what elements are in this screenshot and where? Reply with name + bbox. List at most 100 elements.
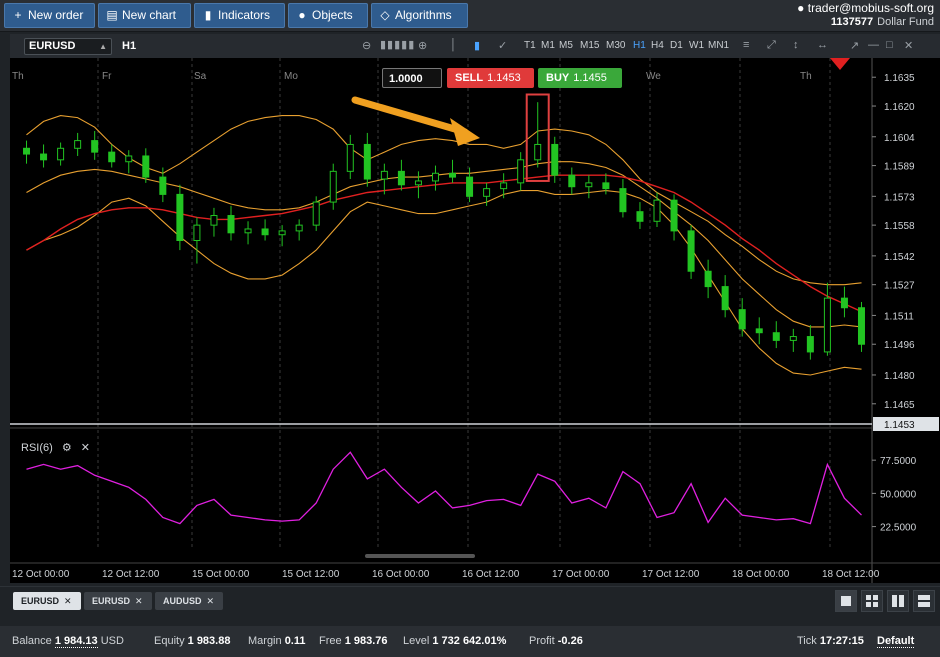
zoom-in-icon[interactable]: ⊕ bbox=[418, 39, 427, 52]
time-tick-label: 15 Oct 00:00 bbox=[192, 569, 250, 580]
candle-body bbox=[414, 180, 422, 186]
timeframe-mn1[interactable]: MN1 bbox=[708, 40, 729, 51]
zoom-slider[interactable]: ▮▮▮▮▮ bbox=[380, 38, 415, 51]
candle-body bbox=[363, 143, 371, 180]
tick-time: Tick 17:27:15 bbox=[797, 635, 864, 647]
user-email: trader@mobius-soft.org bbox=[807, 1, 934, 15]
timeframe-m30[interactable]: M30 bbox=[606, 40, 625, 51]
line-chart-icon[interactable]: ✓ bbox=[498, 39, 507, 52]
close-icon[interactable]: ✕ bbox=[135, 596, 143, 606]
price-tick-label: 1.1511 bbox=[884, 311, 914, 322]
sell-button[interactable]: SELL 1.1453 bbox=[447, 68, 534, 88]
candle-body bbox=[653, 199, 661, 222]
tab-audusd[interactable]: AUDUSD ✕ bbox=[155, 592, 223, 610]
day-label: Sa bbox=[194, 71, 207, 82]
chevron-updown-icon: ▲ bbox=[99, 42, 107, 51]
timeframe-d1[interactable]: D1 bbox=[670, 40, 683, 51]
vertical-scale-icon[interactable]: ↕ bbox=[793, 39, 799, 51]
candle-chart-icon[interactable]: ▮ bbox=[474, 39, 480, 52]
close-icon[interactable]: ✕ bbox=[81, 442, 90, 454]
price-tick-label: 1.1465 bbox=[884, 400, 915, 411]
equity: Equity 1 983.88 bbox=[154, 635, 231, 647]
crosshair-icon[interactable]: ⤢ bbox=[767, 39, 776, 52]
layout-columns-icon[interactable] bbox=[887, 590, 909, 612]
candle-body bbox=[704, 270, 712, 288]
price-chart[interactable]: ThFrSaMoTuWeTh1.16351.16201.16041.15891.… bbox=[10, 58, 940, 583]
zoom-out-icon[interactable]: ⊖ bbox=[362, 39, 371, 52]
symbol-select[interactable]: EURUSD ▲ bbox=[24, 38, 112, 55]
algorithms-button[interactable]: ◇ Algorithms bbox=[371, 3, 468, 28]
rsi-tick-label: 77.5000 bbox=[880, 456, 917, 467]
candle-body bbox=[806, 336, 814, 353]
balance: Balance 1 984.13 USD bbox=[12, 635, 124, 648]
objects-button[interactable]: ● Objects bbox=[288, 3, 368, 28]
day-label: Mo bbox=[284, 71, 298, 82]
close-icon[interactable]: ✕ bbox=[904, 39, 913, 52]
time-tick-label: 18 Oct 00:00 bbox=[732, 569, 790, 580]
tab-eurusd-1[interactable]: EURUSD ✕ bbox=[13, 592, 81, 610]
timeframe-w1[interactable]: W1 bbox=[689, 40, 704, 51]
timeframe-h1[interactable]: H1 bbox=[633, 40, 646, 51]
minimize-icon[interactable]: — bbox=[868, 39, 879, 51]
new-order-button[interactable]: + New order bbox=[4, 3, 95, 28]
time-tick-label: 17 Oct 12:00 bbox=[642, 569, 700, 580]
lot-size-input[interactable]: 1.0000 bbox=[382, 68, 442, 88]
candle-body bbox=[602, 182, 610, 190]
price-tick-label: 1.1589 bbox=[884, 162, 915, 173]
close-icon[interactable]: ✕ bbox=[207, 596, 215, 606]
candle-body bbox=[57, 147, 65, 161]
fund-name: Dollar Fund bbox=[877, 16, 934, 28]
rsi-tick-label: 50.0000 bbox=[880, 489, 917, 500]
free-margin: Free 1 983.76 bbox=[319, 635, 388, 647]
layout-rows-icon[interactable] bbox=[913, 590, 935, 612]
candle-body bbox=[738, 309, 746, 330]
buy-button[interactable]: BUY 1.1455 bbox=[538, 68, 622, 88]
indicators-button[interactable]: ▮ Indicators bbox=[194, 3, 285, 28]
candle-body bbox=[500, 182, 508, 190]
maximize-icon[interactable]: □ bbox=[886, 39, 893, 51]
indicator-list-icon[interactable]: ≡ bbox=[743, 39, 749, 51]
margin: Margin 0.11 bbox=[248, 635, 306, 647]
chart-canvas[interactable]: ThFrSaMoTuWeTh1.16351.16201.16041.15891.… bbox=[10, 58, 940, 583]
timeframe-m1[interactable]: M1 bbox=[541, 40, 555, 51]
candle-body bbox=[227, 215, 235, 234]
candle-body bbox=[346, 143, 354, 172]
bars-icon: ▮ bbox=[204, 8, 212, 22]
candle-body bbox=[636, 211, 644, 222]
close-icon[interactable]: ✕ bbox=[64, 596, 72, 606]
default-profile[interactable]: Default bbox=[877, 635, 915, 648]
candle-body bbox=[244, 228, 252, 234]
time-tick-label: 12 Oct 12:00 bbox=[102, 569, 160, 580]
price-tick-label: 1.1620 bbox=[884, 102, 915, 113]
candle-body bbox=[397, 170, 405, 186]
price-tick-label: 1.1542 bbox=[884, 252, 915, 263]
account-info[interactable]: ● trader@mobius-soft.org 1137577 Dollar F… bbox=[797, 1, 934, 29]
day-label: Th bbox=[800, 71, 812, 82]
candle-body bbox=[466, 176, 474, 197]
detach-icon[interactable]: ↗ bbox=[850, 39, 859, 52]
layout-grid-icon[interactable] bbox=[861, 590, 883, 612]
time-tick-label: 16 Oct 00:00 bbox=[372, 569, 430, 580]
gear-icon[interactable]: ⚙ bbox=[62, 442, 72, 454]
horizontal-scale-icon[interactable]: ↔ bbox=[817, 39, 828, 51]
timeframe-m15[interactable]: M15 bbox=[580, 40, 599, 51]
time-tick-label: 18 Oct 12:00 bbox=[822, 569, 880, 580]
tab-eurusd-2[interactable]: EURUSD ✕ bbox=[84, 592, 152, 610]
price-tick-label: 1.1573 bbox=[884, 192, 915, 203]
timeframe-t1[interactable]: T1 bbox=[524, 40, 536, 51]
timeframe-m5[interactable]: M5 bbox=[559, 40, 573, 51]
timeframe-h4[interactable]: H4 bbox=[651, 40, 664, 51]
candle-body bbox=[772, 332, 780, 341]
day-label: Th bbox=[12, 71, 24, 82]
new-chart-button[interactable]: ▤ New chart bbox=[98, 3, 191, 28]
price-tick-label: 1.1635 bbox=[884, 73, 915, 84]
candle-body bbox=[431, 172, 439, 182]
candle-body bbox=[449, 172, 457, 178]
layout-single-icon[interactable] bbox=[835, 590, 857, 612]
candle-body bbox=[483, 188, 491, 197]
bar-chart-icon[interactable]: │ bbox=[450, 39, 457, 51]
account-status-bar: Balance 1 984.13 USD Equity 1 983.88 Mar… bbox=[0, 626, 940, 657]
plus-icon: + bbox=[14, 8, 22, 22]
candle-body bbox=[23, 147, 31, 155]
candle-body bbox=[551, 143, 559, 176]
